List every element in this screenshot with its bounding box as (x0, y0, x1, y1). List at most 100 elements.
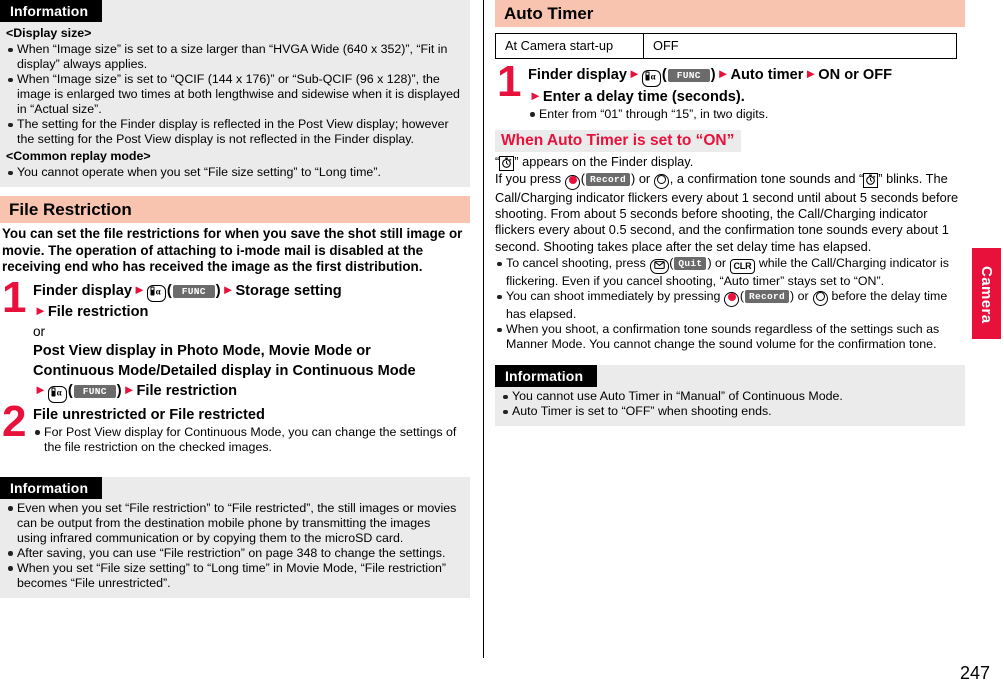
svg-text:α: α (651, 71, 656, 81)
record-key-icon (565, 174, 581, 190)
step-text: Storage setting (235, 282, 342, 299)
softkey-func: FUNC (667, 69, 710, 82)
list-item: When you set “File size setting” to “Lon… (6, 561, 462, 591)
list-item: Auto Timer is set to “OFF” when shooting… (501, 404, 957, 419)
list-item: You cannot use Auto Timer in “Manual” of… (501, 389, 957, 404)
step-1-line-2: ►Enter a delay time (seconds). (528, 87, 965, 107)
list-item: The setting for the Finder display is re… (6, 117, 462, 147)
step-1-or: or (33, 324, 46, 339)
body-text: If you press (495, 170, 562, 186)
step-1: 1 Finder display► α(FUNC)►Storage setting… (0, 275, 470, 403)
information-label: Information (0, 476, 103, 499)
thumb-index-tab-label: Camera (978, 266, 995, 324)
table-cell-key: At Camera start-up (495, 33, 644, 59)
list-item: Enter from “01” through “15”, in two dig… (528, 107, 965, 122)
softkey-func: FUNC (73, 385, 116, 398)
shutter-key-icon (654, 173, 670, 189)
step-1-line-1: Finder display► α(FUNC)►Auto timer►ON or … (528, 65, 965, 87)
body-text: , a confirmation tone sounds and “ (669, 170, 864, 186)
clr-key-icon: CLR (729, 259, 755, 275)
bullet-list-common-replay-mode: You cannot operate when you set “File si… (6, 165, 462, 180)
information-box-auto-timer: Information You cannot use Auto Timer in… (495, 365, 965, 427)
settings-table: At Camera start-up OFF (495, 33, 957, 59)
step-text: ON or OFF (818, 67, 893, 83)
list-item: When you shoot, a confirmation tone soun… (495, 322, 965, 352)
manual-page: Information <Display size> When “Image s… (0, 0, 1004, 697)
red-subheading-auto-timer-on: When Auto Timer is set to “ON” (495, 129, 742, 152)
information-body: <Display size> When “Image size” is set … (0, 22, 470, 180)
step-text: File restriction (47, 304, 149, 320)
softkey-func: FUNC (172, 284, 215, 298)
step-number: 1 (2, 272, 27, 322)
softkey-record: Record (585, 172, 630, 186)
left-column: Information <Display size> When “Image s… (0, 0, 470, 697)
list-item: When “Image size” is set to a size large… (6, 42, 462, 72)
arrow-icon: ► (627, 66, 641, 81)
step-1-alt-line-3: ► α(FUNC)►File restriction (33, 381, 470, 403)
table-row: At Camera start-up OFF (495, 33, 957, 59)
step-text: Enter a delay time (seconds). (542, 88, 745, 105)
section-intro-text: You can set the file restrictions for wh… (2, 226, 463, 274)
information-body: Even when you set “File restriction” to … (0, 499, 470, 591)
svg-text:α: α (57, 387, 62, 397)
softkey-record: Record (745, 290, 790, 304)
imode-key-icon: α (642, 69, 662, 87)
information-body: You cannot use Auto Timer in “Manual” of… (495, 387, 965, 419)
step-2-title: File unrestricted or File restricted (33, 406, 265, 423)
step-number: 1 (497, 57, 522, 106)
shutter-key-icon (812, 291, 828, 307)
step-1-line-2: ►File restriction (33, 302, 470, 322)
table-cell-value: OFF (643, 33, 957, 59)
step-1-line-1: Finder display► α(FUNC)►Storage setting (33, 281, 470, 302)
body-text: To cancel shooting, press (506, 256, 646, 271)
list-item: You can shoot immediately by pressing (R… (495, 289, 965, 322)
auto-timer-icon (863, 172, 879, 188)
arrow-icon: ► (34, 303, 47, 318)
bullet-list-information: You cannot use Auto Timer in “Manual” of… (501, 389, 957, 419)
record-key-icon (724, 292, 740, 308)
step-text: Finder display (528, 67, 627, 83)
body-paragraph-1: “” appears on the Finder display. (495, 154, 965, 171)
body-text: You can shoot immediately by pressing (506, 289, 721, 304)
arrow-icon: ► (132, 281, 146, 297)
step-2-notes: For Post View display for Continuous Mod… (33, 425, 470, 455)
column-divider (483, 0, 484, 658)
arrow-icon: ► (804, 66, 818, 81)
page-number: 247 (959, 663, 990, 683)
list-item: When “Image size” is set to “QCIF (144 x… (6, 72, 462, 117)
subheading-display-size: <Display size> (6, 26, 92, 40)
subheading-common-replay-mode: <Common replay mode> (6, 149, 151, 163)
body-paragraph-2: If you press (Record) or , a confirmatio… (495, 170, 959, 254)
list-item: To cancel shooting, press (Quit) or CLR … (495, 256, 965, 289)
information-label: Information (0, 0, 103, 22)
arrow-icon: ► (221, 281, 235, 297)
section-header-auto-timer: Auto Timer (495, 0, 965, 27)
step-text: Finder display (33, 282, 132, 299)
right-column: Auto Timer At Camera start-up OFF 1 Find… (495, 0, 965, 697)
body-bullet-list: To cancel shooting, press (Quit) or CLR … (495, 256, 965, 352)
arrow-icon: ► (716, 66, 730, 81)
softkey-quit: Quit (674, 257, 707, 271)
step-number: 2 (2, 396, 27, 446)
step-text: Auto timer (730, 67, 804, 83)
arrow-icon: ► (529, 87, 542, 103)
imode-key-icon: α (48, 385, 68, 403)
step-1: 1 Finder display► α(FUNC)►Auto timer►ON o… (495, 60, 965, 122)
information-box-display-size: Information <Display size> When “Image s… (0, 0, 470, 187)
list-item: After saving, you can use “File restrict… (6, 546, 462, 561)
arrow-icon: ► (34, 382, 47, 397)
list-item: For Post View display for Continuous Mod… (33, 425, 470, 455)
step-2: 2 File unrestricted or File restricted F… (0, 399, 470, 455)
body-text: ” appears on the Finder display. (514, 153, 694, 169)
bullet-list-information: Even when you set “File restriction” to … (6, 501, 462, 591)
section-header-file-restriction: File Restriction (0, 196, 470, 223)
step-1-alt-line-1: Post View display in Photo Mode, Movie M… (33, 343, 371, 359)
mail-key-icon (649, 259, 669, 275)
arrow-icon: ► (122, 382, 136, 397)
svg-text:α: α (156, 286, 161, 296)
bullet-list-display-size: When “Image size” is set to a size large… (6, 42, 462, 147)
list-item: Even when you set “File restriction” to … (6, 501, 462, 546)
list-item: You cannot operate when you set “File si… (6, 165, 462, 180)
step-1-notes: Enter from “01” through “15”, in two dig… (528, 107, 965, 122)
thumb-index-tab-camera: Camera (972, 248, 1001, 340)
